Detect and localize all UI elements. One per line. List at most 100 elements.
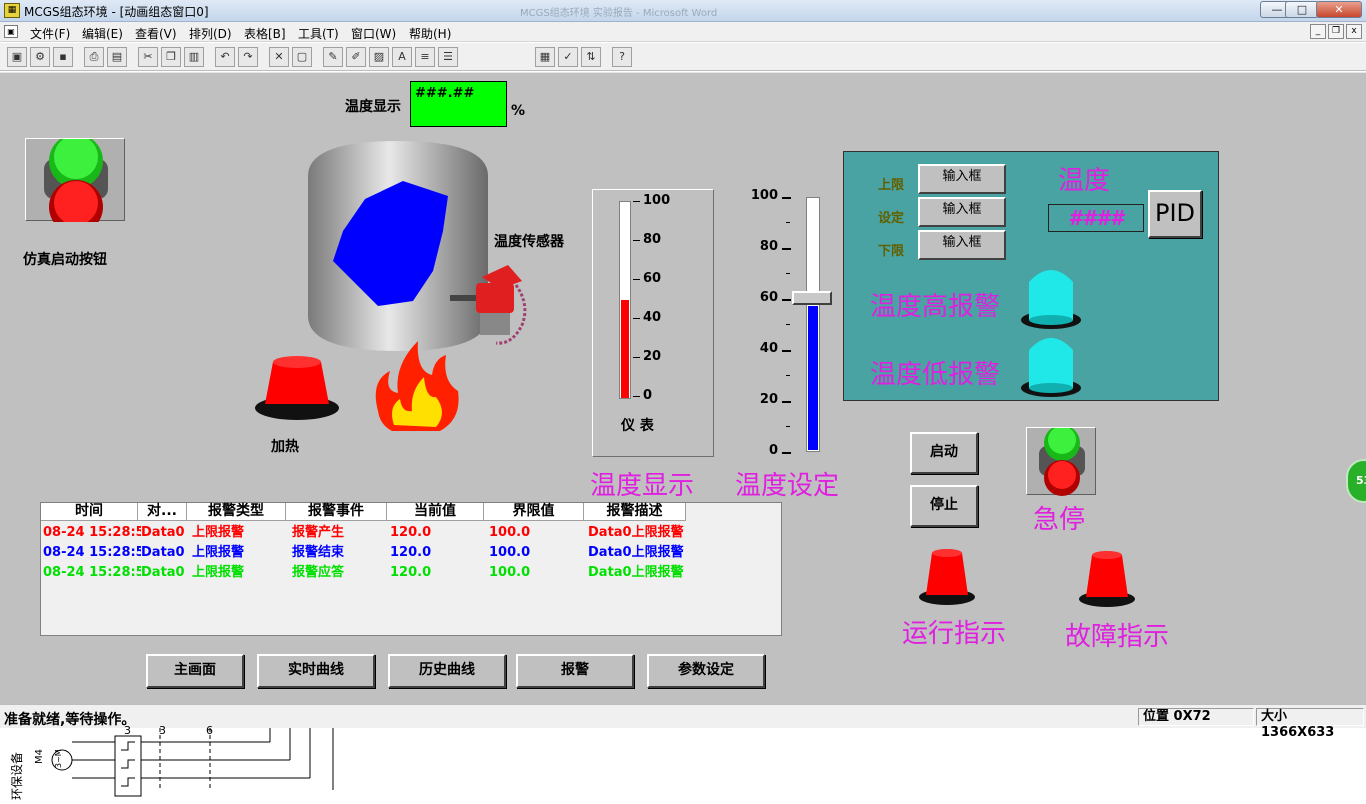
slider-minor-tick [786,222,790,223]
undo-icon[interactable]: ↶ [215,47,235,67]
menu-view[interactable]: 查看(V) [135,25,177,42]
start-button[interactable]: 启动 [910,432,978,474]
meter-tick-label: 40 [643,310,662,325]
mdi-minimize-button[interactable]: _ [1310,24,1326,39]
edit-icon[interactable]: ✐ [346,47,366,67]
temp-display-label: 温度显示 [345,99,401,115]
properties-icon[interactable]: ▦ [535,47,555,67]
temp-display-caption: 温度显示 [590,471,695,501]
maximize-button[interactable]: □ [1285,1,1319,18]
slider-tick-label: 100 [750,188,778,203]
main-screen-button[interactable]: 主画面 [146,654,244,688]
alarm-col-header[interactable]: 界限值 [484,503,584,521]
window-icon[interactable]: ▣ [7,47,27,67]
frame-icon[interactable]: ▢ [292,47,312,67]
alarm-cell-desc: Data0上限报警 [588,525,684,540]
toolbar: ▣ ⚙ ▪ ⎙ ▤ ✂ ❐ ▥ ↶ ↷ ✕ ▢ ✎ ✐ ▨ A ≡ ☰ ▦ ✓ … [0,43,1366,71]
sim-start-label: 仿真启动按钮 [23,252,107,268]
alarm-cell-desc: Data0上限报警 [588,545,684,560]
alarm-table-row[interactable]: 08-24 15:28:54.Data0上限报警报警产生120.0100.0Da… [41,523,781,543]
menu-edit[interactable]: 编辑(E) [82,25,123,42]
alarm-cell-lim: 100.0 [489,525,531,540]
alarm-cell-cur: 120.0 [390,565,432,580]
tools-icon[interactable]: ✕ [269,47,289,67]
redo-icon[interactable]: ↷ [238,47,258,67]
image-icon[interactable]: ▨ [369,47,389,67]
fault-indicator-lamp-icon [1079,551,1135,607]
upper-limit-input[interactable]: 输入框 [918,164,1006,194]
heat-button-icon[interactable] [255,356,345,422]
menu-window[interactable]: 窗口(W) [351,25,396,42]
align-icon[interactable]: ≡ [415,47,435,67]
alarm-table-row[interactable]: 08-24 15:28:54.Data0上限报警报警结束120.0100.0Da… [41,543,781,563]
menu-arrange[interactable]: 排列(D) [189,25,232,42]
alarm-cell-type: 上限报警 [192,565,245,580]
app-icon: ▦ [4,3,20,18]
temp-set-slider-thumb[interactable] [792,291,832,305]
pen-icon[interactable]: ✎ [323,47,343,67]
node-number-2: 3 [159,724,166,737]
run-indicator-lamp-icon [919,549,975,605]
background-window-title: MCGS组态环境 实验报告 - Microsoft Word [520,8,718,19]
alarm-table-row[interactable]: 08-24 15:28:54.Data0上限报警报警应答120.0100.0Da… [41,563,781,583]
menu-table[interactable]: 表格[B] [244,25,286,42]
check-icon[interactable]: ✓ [558,47,578,67]
print-icon[interactable]: ⎙ [84,47,104,67]
history-curve-button[interactable]: 历史曲线 [388,654,506,688]
temp-set-slider-track[interactable] [806,197,820,452]
cut-icon[interactable]: ✂ [138,47,158,67]
save-icon[interactable]: ▪ [53,47,73,67]
alarm-col-header[interactable]: 报警事件 [286,503,387,521]
menu-help[interactable]: 帮助(H) [409,25,451,42]
menu-tools[interactable]: 工具(T) [298,25,339,42]
temp-display-value: ###.## [415,86,475,101]
slider-minor-tick [786,324,790,325]
setpoint-input[interactable]: 输入框 [918,197,1006,227]
realtime-curve-button[interactable]: 实时曲线 [257,654,375,688]
mdi-restore-button[interactable]: ❐ [1328,24,1344,39]
meter-level-bar [621,300,629,398]
temperature-sensor-icon [450,265,527,345]
list-icon[interactable]: ☰ [438,47,458,67]
status-size: 大小 1366X633 [1256,708,1364,740]
side-badge[interactable]: 53 [1346,459,1366,503]
motor-label: M4 [34,749,45,764]
alarm-cell-time: 08-24 15:28:54. [43,565,141,580]
alarm-col-header[interactable]: 当前值 [387,503,484,521]
alarm-col-header[interactable]: 报警类型 [187,503,286,521]
stop-button[interactable]: 停止 [910,485,978,527]
alarm-col-header[interactable]: 报警描述 [584,503,686,521]
pid-button[interactable]: PID [1148,190,1202,238]
meter-tick-mark [633,240,640,241]
alarm-button[interactable]: 报警 [516,654,634,688]
slider-tick-label: 20 [759,392,778,407]
sim-start-button[interactable] [25,134,125,234]
font-icon[interactable]: A [392,47,412,67]
alarm-cell-event: 报警结束 [292,545,345,560]
meter-tick-label: 60 [643,271,662,286]
meter-tick-label: 20 [643,349,662,364]
alarm-col-header[interactable]: 对... [138,503,187,521]
mdi-close-button[interactable]: x [1346,24,1362,39]
alarm-col-header[interactable]: 时间 [41,503,138,521]
meter-tick-mark [633,357,640,358]
temp-display-box: ###.## [410,81,507,127]
components-icon[interactable]: ⚙ [30,47,50,67]
help-icon[interactable]: ? [612,47,632,67]
alarm-cell-time: 08-24 15:28:54. [43,545,141,560]
lower-limit-input[interactable]: 输入框 [918,230,1006,260]
paste-icon[interactable]: ▥ [184,47,204,67]
menu-file[interactable]: 文件(F) [30,25,70,42]
high-temp-alarm-label: 温度高报警 [870,292,1001,322]
copy-icon[interactable]: ❐ [161,47,181,67]
close-button[interactable]: ✕ [1316,1,1362,18]
alarm-table[interactable]: 时间对...报警类型报警事件当前值界限值报警描述 08-24 15:28:54.… [40,502,782,636]
slider-tick-mark [782,350,791,352]
param-settings-button[interactable]: 参数设定 [647,654,765,688]
emergency-stop-button[interactable] [1026,425,1096,496]
status-bar: 准备就绪,等待操作。 位置 0X72 大小 1366X633 [0,704,1366,740]
print-preview-icon[interactable]: ▤ [107,47,127,67]
sort-icon[interactable]: ⇅ [581,47,601,67]
status-message: 准备就绪,等待操作。 [4,712,136,728]
meter-tube [619,201,631,399]
